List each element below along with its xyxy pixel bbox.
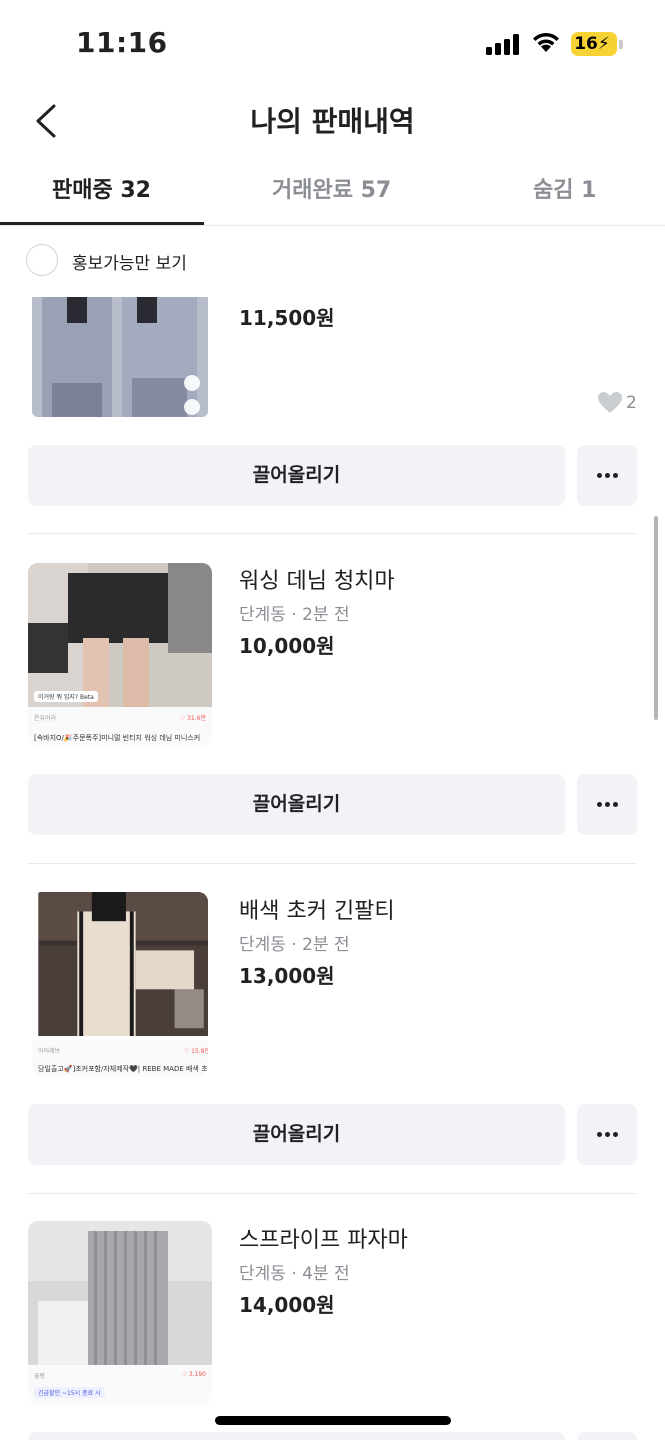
thumbnail-shop: 온유어리	[34, 715, 57, 722]
home-indicator[interactable]	[215, 1416, 451, 1425]
more-options-button[interactable]	[577, 1104, 637, 1165]
filter-label: 홍보가능만 보기	[72, 254, 187, 274]
battery-cap	[619, 40, 623, 49]
item-price: 14,000원	[239, 1293, 335, 1317]
thumbnail-tag: 이거랑 뭐 입지? Beta	[34, 691, 98, 702]
thumbnail-info: 온유어리 ♡ 31.6만 [속바지O/🎉주문폭주]미니멀 빈티지 워싱 데님 미…	[28, 707, 212, 747]
product-thumbnail	[32, 297, 208, 417]
sales-list: 11,500원 2 끌어올리기 이거랑 뭐 입지? Beta 온유어리 ♡ 31…	[0, 297, 665, 1440]
tab-hidden[interactable]: 숨김 1	[533, 172, 596, 204]
product-thumbnail: 아이레브 ♡ 15.8만 당일출고🚀]초커포함/자체제작🖤| REBE MADE…	[32, 892, 208, 1076]
page-title: 나의 판매내역	[250, 105, 415, 138]
list-item[interactable]: 꿈랑 ♡ 3,190 긴급할인 ~15시 종료 시 스프라이프 파자마 단계동 …	[0, 1194, 665, 1440]
more-options-button[interactable]	[577, 774, 637, 835]
thumbnail-info: 꿈랑 ♡ 3,190 긴급할인 ~15시 종료 시	[28, 1365, 212, 1405]
status-time: 11:16	[76, 26, 168, 59]
bump-button[interactable]	[28, 1432, 565, 1440]
tab-on-sale[interactable]: 판매중 32	[52, 172, 151, 204]
thumbnail-likes: ♡ 31.6만	[179, 715, 206, 722]
cellular-signal-icon	[486, 33, 520, 55]
heart-icon	[598, 392, 622, 413]
more-options-button[interactable]	[577, 445, 637, 506]
wifi-icon	[533, 32, 559, 52]
item-title: 워싱 데님 청치마	[239, 569, 395, 594]
thumbnail-photo	[32, 297, 208, 417]
item-price: 13,000원	[239, 964, 335, 988]
bump-button[interactable]: 끌어올리기	[28, 445, 565, 506]
header: 나의 판매내역	[0, 90, 665, 152]
bump-button[interactable]: 끌어올리기	[28, 774, 565, 835]
item-meta: 단계동 · 4분 전	[239, 1264, 350, 1284]
bump-button[interactable]: 끌어올리기	[28, 1104, 565, 1165]
thumbnail-photo	[28, 1221, 212, 1365]
item-price: 11,500원	[239, 306, 335, 330]
filter-checkbox[interactable]	[26, 244, 58, 276]
battery-icon: 16⚡	[571, 32, 617, 56]
product-thumbnail: 이거랑 뭐 입지? Beta 온유어리 ♡ 31.6만 [속바지O/🎉주문폭주]…	[28, 563, 212, 747]
scrollbar[interactable]	[654, 516, 658, 720]
item-meta: 단계동 · 2분 전	[239, 935, 350, 955]
thumbnail-shop: 아이레브	[38, 1048, 61, 1055]
item-price: 10,000원	[239, 634, 335, 658]
tab-completed[interactable]: 거래완료 57	[272, 172, 391, 204]
thumbnail-info: 아이레브 ♡ 15.8만 당일출고🚀]초커포함/자체제작🖤| REBE MADE…	[32, 1040, 208, 1076]
more-options-button[interactable]	[577, 1432, 637, 1440]
product-thumbnail: 꿈랑 ♡ 3,190 긴급할인 ~15시 종료 시	[28, 1221, 212, 1405]
thumbnail-likes: ♡ 15.8만	[183, 1048, 208, 1055]
thumbnail-caption: [속바지O/🎉주문폭주]미니멀 빈티지 워싱 데님 미니스커	[34, 734, 201, 742]
thumbnail-likes: ♡ 3,190	[181, 1371, 206, 1378]
battery-level: 16⚡	[574, 34, 610, 54]
item-title: 배색 초커 긴팔티	[239, 899, 395, 924]
thumbnail-shop: 꿈랑	[34, 1373, 46, 1380]
like-count: 2	[626, 393, 637, 413]
item-meta: 단계동 · 2분 전	[239, 605, 350, 625]
thumbnail-tag: 긴급할인 ~15시 종료 시	[34, 1387, 105, 1398]
tab-active-indicator	[0, 222, 204, 225]
thumbnail-photo	[38, 892, 208, 1036]
item-title: 스프라이프 파자마	[239, 1228, 408, 1253]
thumbnail-photo	[28, 563, 212, 707]
status-bar: 11:16 16⚡	[0, 0, 665, 90]
list-item[interactable]: 11,500원 2 끌어올리기	[0, 297, 665, 534]
list-item[interactable]: 아이레브 ♡ 15.8만 당일출고🚀]초커포함/자체제작🖤| REBE MADE…	[0, 864, 665, 1194]
list-item[interactable]: 이거랑 뭐 입지? Beta 온유어리 ♡ 31.6만 [속바지O/🎉주문폭주]…	[0, 534, 665, 864]
thumbnail-caption: 당일출고🚀]초커포함/자체제작🖤| REBE MADE 배색 초	[38, 1065, 208, 1073]
tab-bar: 판매중 32 거래완료 57 숨김 1	[0, 152, 665, 226]
